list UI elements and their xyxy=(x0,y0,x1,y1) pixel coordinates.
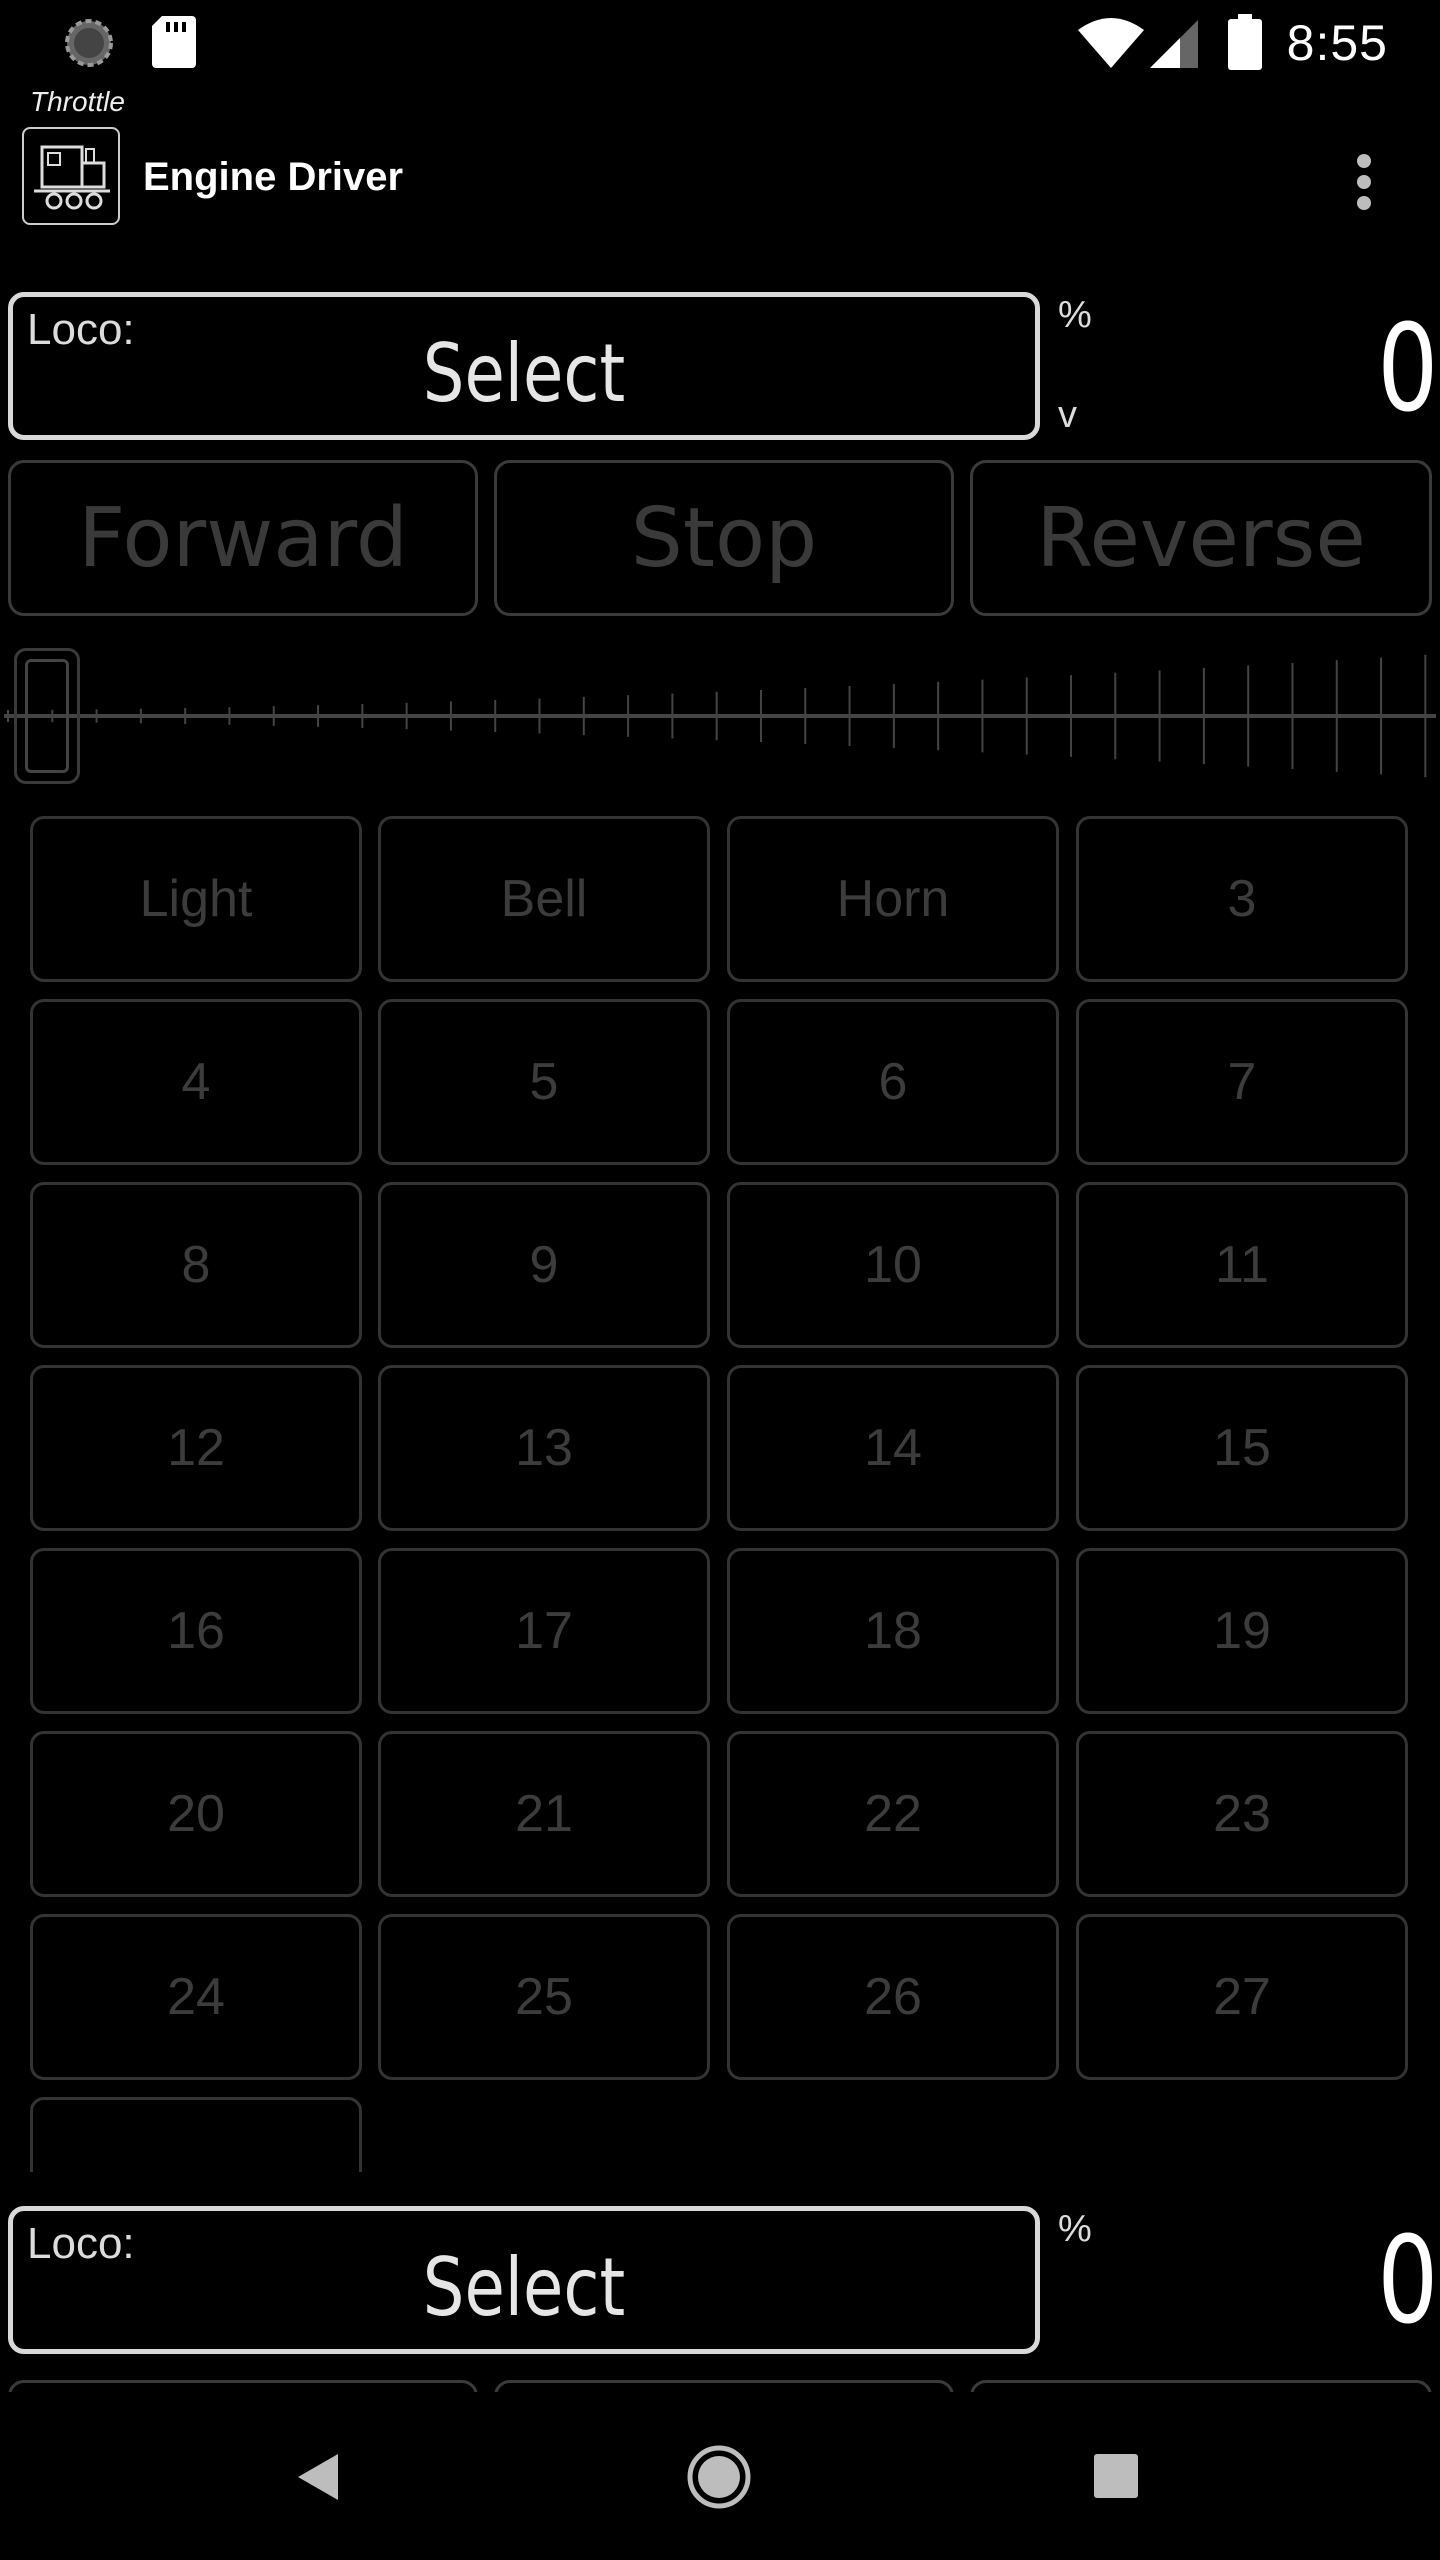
sd-card-icon xyxy=(152,16,196,68)
status-bar: 8:55 xyxy=(0,0,1440,84)
speed-slider-thumb[interactable] xyxy=(14,648,80,784)
speed-value: 0 xyxy=(1376,300,1438,439)
function-button-15[interactable]: 15 xyxy=(1076,1365,1408,1531)
function-button-19[interactable]: 19 xyxy=(1076,1548,1408,1714)
function-button-23[interactable]: 23 xyxy=(1076,1731,1408,1897)
function-button-light[interactable]: Light xyxy=(30,816,362,982)
app-title: Engine Driver xyxy=(143,155,404,199)
speed-unit-percent: % xyxy=(1058,294,1092,336)
back-icon[interactable] xyxy=(296,2452,340,2502)
sync-icon xyxy=(65,19,113,67)
function-button-16[interactable]: 16 xyxy=(30,1548,362,1714)
function-button-14[interactable]: 14 xyxy=(727,1365,1059,1531)
wifi-icon xyxy=(1078,18,1144,68)
function-button-8[interactable]: 8 xyxy=(30,1182,362,1348)
function-button-25[interactable]: 25 xyxy=(378,1914,710,2080)
function-button-4[interactable]: 4 xyxy=(30,999,362,1165)
clock: 8:55 xyxy=(1286,15,1388,71)
speed-slider[interactable] xyxy=(0,640,1440,790)
function-button-3[interactable]: 3 xyxy=(1076,816,1408,982)
speed-unit-v: v xyxy=(1058,394,1077,436)
loco-select-label: Select xyxy=(422,327,626,420)
direction-row-2-peek xyxy=(0,2380,1440,2392)
loco-select-label-2: Select xyxy=(422,2241,626,2334)
loco-select-button-2[interactable]: Loco: Select xyxy=(8,2206,1040,2354)
function-button-17[interactable]: 17 xyxy=(378,1548,710,1714)
function-button-6[interactable]: 6 xyxy=(727,999,1059,1165)
reverse-button[interactable]: Reverse xyxy=(970,460,1432,616)
function-button-26[interactable]: 26 xyxy=(727,1914,1059,2080)
slider-track xyxy=(4,654,1436,778)
stop-button[interactable]: Stop xyxy=(494,460,954,616)
overflow-menu-icon[interactable] xyxy=(1340,150,1388,214)
battery-icon xyxy=(1228,14,1262,70)
function-button-partial[interactable] xyxy=(30,2097,362,2172)
function-button-20[interactable]: 20 xyxy=(30,1731,362,1897)
speed-unit-percent-2: % xyxy=(1058,2208,1092,2250)
function-button-27[interactable]: 27 xyxy=(1076,1914,1408,2080)
speed-value-2: 0 xyxy=(1376,2212,1438,2351)
train-logo-icon xyxy=(22,127,120,225)
function-button-horn[interactable]: Horn xyxy=(727,816,1059,982)
forward-button[interactable]: Forward xyxy=(8,460,478,616)
function-button-12[interactable]: 12 xyxy=(30,1365,362,1531)
function-button-18[interactable]: 18 xyxy=(727,1548,1059,1714)
function-buttons-panel[interactable]: Light Bell Horn 3 4 5 6 7 8 9 10 11 12 13 14 15 16 17 18 19… xyxy=(0,800,1440,2172)
function-button-9[interactable]: 9 xyxy=(378,1182,710,1348)
function-button-bell[interactable]: Bell xyxy=(378,816,710,982)
function-button-5[interactable]: 5 xyxy=(378,999,710,1165)
function-button-24[interactable]: 24 xyxy=(30,1914,362,2080)
function-button-7[interactable]: 7 xyxy=(1076,999,1408,1165)
throttle-mode-label: Throttle xyxy=(30,86,125,117)
loco-select-button[interactable]: Loco: Select xyxy=(8,292,1040,440)
cell-signal-icon xyxy=(1150,20,1198,68)
function-button-22[interactable]: 22 xyxy=(727,1731,1059,1897)
home-icon[interactable] xyxy=(686,2444,752,2510)
function-button-13[interactable]: 13 xyxy=(378,1365,710,1531)
function-button-21[interactable]: 21 xyxy=(378,1731,710,1897)
function-button-10[interactable]: 10 xyxy=(727,1182,1059,1348)
navigation-bar xyxy=(0,2392,1440,2560)
recents-icon[interactable] xyxy=(1094,2454,1138,2498)
function-button-11[interactable]: 11 xyxy=(1076,1182,1408,1348)
